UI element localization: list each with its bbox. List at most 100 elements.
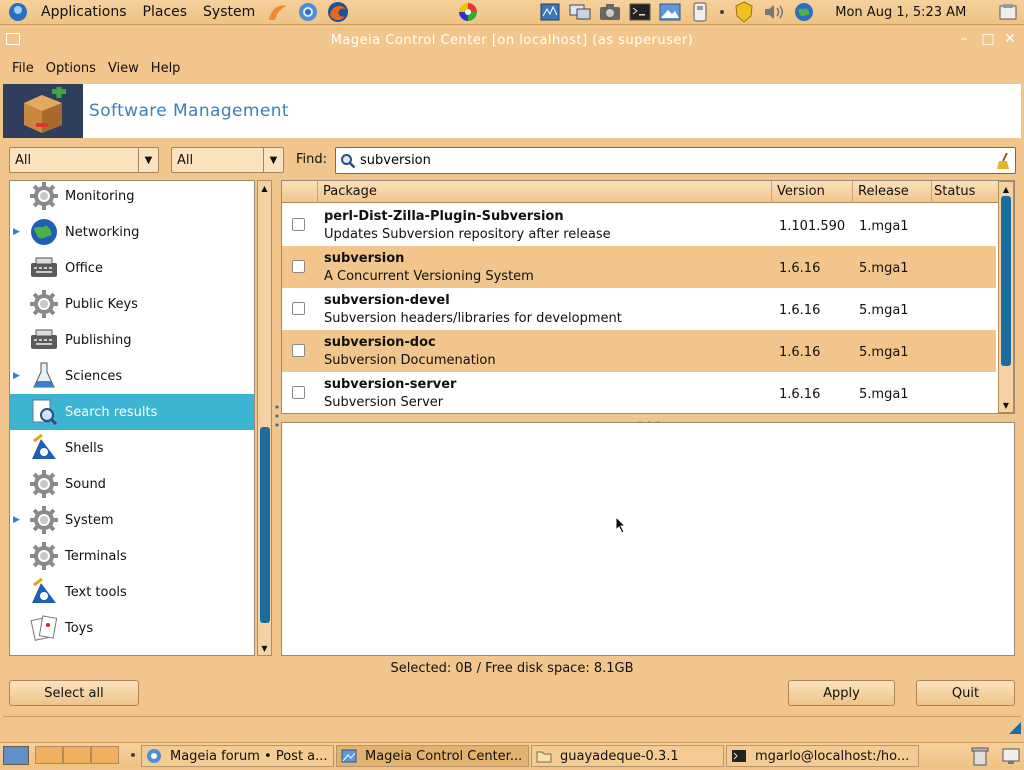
package-scrollbar[interactable]: ▲ ▼ [998,181,1014,413]
column-header-version[interactable]: Version [777,184,825,199]
scroll-down-icon[interactable]: ▼ [258,641,271,655]
pane-splitter-vertical[interactable] [275,403,279,429]
panel-menu-applications[interactable]: Applications [33,0,135,25]
close-icon[interactable]: ✕ [1002,31,1018,47]
package-select-checkbox[interactable] [292,386,305,399]
menu-options[interactable]: Options [40,59,102,78]
firefox-launcher-icon[interactable] [266,1,290,23]
image-viewer-icon[interactable] [658,1,682,23]
group-filter-combo[interactable]: All ▼ [9,147,159,173]
pane-splitter-horizontal[interactable] [636,415,662,425]
task-control-center[interactable]: Mageia Control Center... [336,745,529,767]
menu-file[interactable]: File [6,59,40,78]
category-scroll-thumb[interactable] [260,427,270,623]
category-item[interactable]: ▶ System [10,502,254,538]
find-label: Find: [296,152,328,167]
gear-icon [27,181,61,213]
category-label: Office [65,260,103,276]
package-row[interactable]: subversion-server Subversion Server 1.6.16… [282,372,996,413]
package-row[interactable]: subversion-doc Subversion Documenation 1.6… [282,330,996,372]
package-row[interactable]: perl-Dist-Zilla-Plugin-Subversion Updates… [282,204,996,246]
update-notifier-icon[interactable] [732,1,756,23]
expander-arrow-icon[interactable]: ▶ [13,371,21,381]
search-field[interactable] [335,147,1016,174]
workspace-3[interactable] [91,746,119,764]
trash-icon[interactable] [971,746,989,766]
select-all-button[interactable]: Select all [9,680,139,706]
expander-arrow-icon[interactable]: ▶ [13,515,21,525]
removable-drive-icon[interactable] [688,1,712,23]
minimize-icon[interactable]: – [956,31,972,47]
window-menu-icon[interactable] [6,33,20,45]
task-terminal[interactable]: mgarlo@localhost:/ho... [726,745,919,767]
category-item[interactable]: Toys [10,610,254,646]
category-scrollbar[interactable]: ▲ ▼ [257,180,272,656]
apply-button[interactable]: Apply [788,680,895,706]
task-mageia-forum[interactable]: Mageia forum • Post a... [141,745,334,767]
mageia-menu-icon[interactable] [6,1,30,23]
category-item[interactable]: Terminals [10,538,254,574]
category-label: System [65,512,114,528]
category-item[interactable]: Search results [10,394,254,430]
category-item[interactable]: Monitoring [10,181,254,214]
column-header-release[interactable]: Release [858,184,909,199]
workspace-1[interactable] [35,746,63,764]
display-icon[interactable] [568,1,592,23]
logout-icon[interactable] [996,1,1020,23]
category-item[interactable]: ▶ Sciences [10,358,254,394]
show-desktop-icon[interactable] [3,746,29,765]
window-titlebar[interactable]: Mageia Control Center [on localhost] (as… [0,27,1024,53]
maximize-icon[interactable]: □ [980,31,996,47]
desktop-switcher-icon[interactable] [1001,746,1021,766]
column-header-status[interactable]: Status [934,184,975,199]
task-guayadeque[interactable]: guayadeque-0.3.1 [531,745,724,767]
quit-button[interactable]: Quit [916,680,1015,706]
category-item[interactable]: Sound [10,466,254,502]
package-details-pane[interactable] [281,422,1015,656]
category-item[interactable]: Shells [10,430,254,466]
clear-search-icon[interactable] [995,152,1011,170]
panel-clock[interactable]: Mon Aug 1, 5:23 AM [835,5,966,20]
panel-menu-system[interactable]: System [195,0,263,25]
expander-arrow-icon[interactable]: ▶ [13,227,21,237]
workspace-2[interactable] [63,746,91,764]
category-item[interactable]: Office [10,250,254,286]
playing-cards-icon [27,611,61,645]
chevron-down-icon[interactable]: ▼ [138,148,158,172]
package-scroll-thumb[interactable] [1001,196,1011,366]
chevron-down-icon[interactable]: ▼ [263,148,283,172]
terminal-icon[interactable] [628,1,652,23]
scroll-up-icon[interactable]: ▲ [258,181,271,195]
chromium-launcher-icon[interactable] [296,1,320,23]
category-item[interactable]: ▶ Networking [10,214,254,250]
panel-menu-places[interactable]: Places [135,0,196,25]
package-release: 1.mga1 [859,219,909,234]
package-list[interactable]: Package Version Release Status perl-Dist… [281,180,1015,414]
network-globe-icon[interactable] [792,1,816,23]
package-row[interactable]: subversion-devel Subversion headers/libra… [282,288,996,330]
category-item[interactable]: Public Keys [10,286,254,322]
category-label: Sciences [65,368,123,384]
resize-grip-icon[interactable] [1009,722,1021,734]
menu-help[interactable]: Help [145,59,187,78]
package-select-checkbox[interactable] [292,260,305,273]
firefox-browser-icon[interactable] [326,1,350,23]
package-select-checkbox[interactable] [292,302,305,315]
package-row[interactable]: subversion A Concurrent Versioning System… [282,246,996,288]
category-item[interactable]: Publishing [10,322,254,358]
package-select-checkbox[interactable] [292,218,305,231]
search-input[interactable] [360,153,980,168]
screenshot-icon[interactable] [598,1,622,23]
status-filter-combo[interactable]: All ▼ [171,147,284,173]
scroll-up-icon[interactable]: ▲ [999,182,1013,196]
column-header-package[interactable]: Package [323,184,377,199]
scroll-down-icon[interactable]: ▼ [999,398,1013,412]
category-item[interactable]: Text tools [10,574,254,610]
network-monitor-icon[interactable] [538,1,562,23]
volume-icon[interactable] [762,1,786,23]
package-name: subversion [324,251,405,266]
picasa-icon[interactable] [456,1,480,23]
menu-view[interactable]: View [102,59,145,78]
category-tree[interactable]: Monitoring ▶ Networking Office Public Keys Pu… [9,180,255,656]
package-select-checkbox[interactable] [292,344,305,357]
